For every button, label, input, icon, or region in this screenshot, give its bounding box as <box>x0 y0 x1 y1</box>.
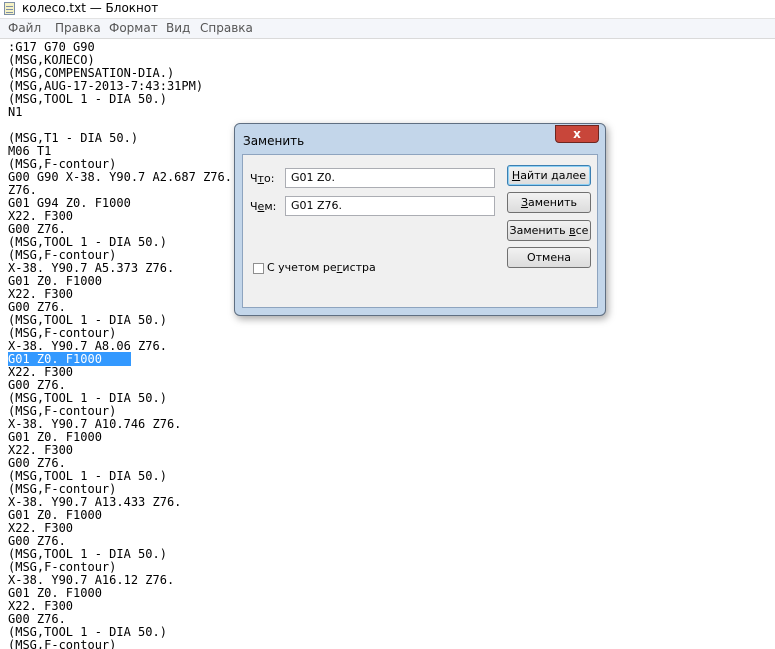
text-line-content: X22. F300 <box>8 365 74 379</box>
text-line-content: G01 Z0. F1000 <box>8 508 102 522</box>
title-bar: колесо.txt — Блокнот <box>0 0 775 19</box>
text-line-content: G00 Z76. <box>8 300 66 314</box>
dialog-body: Что: G01 Z0. Чем: G01 Z76. Найти далее З… <box>242 154 598 308</box>
text-line-content: X22. F300 <box>8 443 74 457</box>
text-line-content: (MSG,COMPENSATION-DIA.) <box>8 66 175 80</box>
menu-view[interactable]: Вид <box>166 21 190 35</box>
text-line-content: X-38. Y90.7 A10.746 Z76. <box>8 417 182 431</box>
text-line-content: Z76. <box>8 183 37 197</box>
match-case-checkbox[interactable] <box>253 263 264 274</box>
text-line-content: (MSG,F-contour) <box>8 326 117 340</box>
text-line-content: M06 T1 <box>8 144 52 158</box>
text-line-content: G00 Z76. <box>8 222 66 236</box>
text-line-content: (MSG,F-contour) <box>8 560 117 574</box>
find-next-button[interactable]: Найти далее <box>507 165 591 186</box>
text-line-content: (MSG,TOOL 1 - DIA 50.) <box>8 313 167 327</box>
text-line: G00 G90 X-38. Y90.7 A2.687 Z76. <box>8 171 232 184</box>
menu-file[interactable]: Файл <box>8 21 41 35</box>
text-line-content: G00 G90 X-38. Y90.7 A2.687 Z76. <box>8 170 232 184</box>
text-line-content: (MSG,F-contour) <box>8 404 117 418</box>
notepad-icon <box>4 2 15 15</box>
text-line-content: (MSG,F-contour) <box>8 482 117 496</box>
replace-all-button[interactable]: Заменить все <box>507 220 591 241</box>
text-line: (MSG,F-contour) <box>8 639 232 649</box>
text-line-content: (MSG,F-contour) <box>8 157 117 171</box>
text-line-content: G01 Z0. F1000 <box>8 274 102 288</box>
text-line-content: N1 <box>8 105 23 119</box>
text-line-content: (MSG,TOOL 1 - DIA 50.) <box>8 235 167 249</box>
find-input[interactable]: G01 Z0. <box>285 168 495 188</box>
text-line-content: X22. F300 <box>8 521 74 535</box>
find-label: Что: <box>250 172 275 185</box>
text-line-content: X-38. Y90.7 A8.06 Z76. <box>8 339 167 353</box>
text-line-content: (MSG,TOOL 1 - DIA 50.) <box>8 391 167 405</box>
selected-text: G01 Z0. F1000 <box>8 352 131 366</box>
text-line-content: :G17 G70 G90 <box>8 40 95 54</box>
text-line-content: (MSG,F-contour) <box>8 638 117 649</box>
text-line: N1 <box>8 106 232 119</box>
replace-label: Чем: <box>250 200 277 213</box>
editor-content[interactable]: :G17 G70 G90 (MSG,КОЛЕСО) (MSG,COMPENSATIO… <box>8 41 232 649</box>
text-line-content: G00 Z76. <box>8 612 66 626</box>
text-line-content: (MSG,TOOL 1 - DIA 50.) <box>8 92 167 106</box>
text-line-content: X22. F300 <box>8 599 74 613</box>
text-line-content: X-38. Y90.7 A13.433 Z76. <box>8 495 182 509</box>
replace-dialog: Заменить x Что: G01 Z0. Чем: G01 Z76. На… <box>234 123 606 316</box>
close-button[interactable]: x <box>555 125 599 143</box>
text-line-content: (MSG,TOOL 1 - DIA 50.) <box>8 469 167 483</box>
window-title: колесо.txt — Блокнот <box>22 1 159 15</box>
text-line-content: X22. F300 <box>8 209 74 223</box>
menu-bar: Файл Правка Формат Вид Справка <box>0 19 775 39</box>
text-line-content: (MSG,TOOL 1 - DIA 50.) <box>8 547 167 561</box>
menu-format[interactable]: Формат <box>109 21 158 35</box>
text-line: (MSG,TOOL 1 - DIA 50.) <box>8 93 232 106</box>
text-line-content: (MSG,T1 - DIA 50.) <box>8 131 139 145</box>
text-line-content: G01 Z0. F1000 <box>8 586 102 600</box>
text-line-content: G01 Z0. F1000 <box>8 430 102 444</box>
replace-button[interactable]: Заменить <box>507 192 591 213</box>
text-line-content: X22. F300 <box>8 287 74 301</box>
text-line-content: (MSG,F-contour) <box>8 248 117 262</box>
text-line-content: G01 G94 Z0. F1000 <box>8 196 131 210</box>
text-line-content: G00 Z76. <box>8 456 66 470</box>
menu-help[interactable]: Справка <box>200 21 253 35</box>
text-line-content: (MSG,AUG-17-2013-7:43:31PM) <box>8 79 204 93</box>
text-line-content: G00 Z76. <box>8 378 66 392</box>
dialog-title: Заменить <box>243 134 305 148</box>
text-line-content: X-38. Y90.7 A5.373 Z76. <box>8 261 175 275</box>
text-line-content: (MSG,КОЛЕСО) <box>8 53 95 67</box>
text-line-content: G00 Z76. <box>8 534 66 548</box>
menu-edit[interactable]: Правка <box>55 21 101 35</box>
cancel-button[interactable]: Отмена <box>507 247 591 268</box>
text-line-content: X-38. Y90.7 A16.12 Z76. <box>8 573 175 587</box>
match-case-label: С учетом регистра <box>267 261 376 274</box>
replace-input[interactable]: G01 Z76. <box>285 196 495 216</box>
close-icon: x <box>573 127 581 141</box>
text-line-content: (MSG,TOOL 1 - DIA 50.) <box>8 625 167 639</box>
